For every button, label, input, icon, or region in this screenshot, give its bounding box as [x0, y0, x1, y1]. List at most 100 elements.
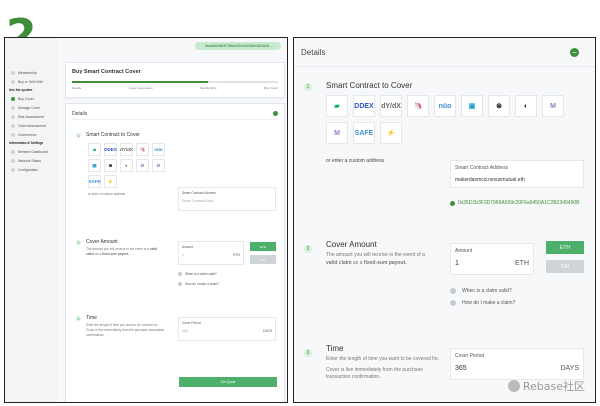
- uniswap-logo-icon[interactable]: 🦄: [136, 143, 149, 156]
- input-label: Cover Period: [182, 321, 201, 325]
- sidebar-item-icon: [11, 132, 15, 137]
- dai-button[interactable]: DAI: [250, 255, 276, 264]
- desc-bold: fixed-sum payout.: [363, 259, 407, 266]
- right-zoom-panel: Details − 1 Smart Contract to Cover ▰ DDE…: [293, 37, 596, 403]
- section-desc: The amount you will receive in the event…: [326, 252, 434, 267]
- period-input[interactable]: Cover Period 365 DAYS: [450, 348, 584, 380]
- left-screenshot-panel: Membership Buy or Sell NXM Use the system B…: [4, 37, 288, 403]
- balancer-logo-icon[interactable]: ▣: [461, 95, 483, 117]
- help-icon: [450, 300, 456, 306]
- dharma-logo-icon[interactable]: ◐: [515, 95, 537, 117]
- desc-line: Enter the length of time you want to be …: [326, 356, 440, 362]
- maker-logo-icon[interactable]: M: [542, 95, 564, 117]
- step-badge: 1: [76, 133, 81, 138]
- gnosis-logo-icon[interactable]: ⊗: [488, 95, 510, 117]
- get-quote-button[interactable]: Get Quote: [179, 377, 277, 387]
- input-label: Smart Contract Address: [455, 165, 509, 171]
- sidebar-item[interactable]: Governance: [5, 130, 57, 139]
- collapse-icon[interactable]: [273, 111, 278, 116]
- collapse-icon[interactable]: −: [570, 48, 579, 57]
- sidebar-item[interactable]: Configuration: [5, 165, 57, 174]
- amount-value: 1: [182, 253, 184, 257]
- progress-labels: Details Quote Generation Membership Buy …: [72, 86, 278, 90]
- period-input[interactable]: Cover Period 365 DAYS: [178, 317, 276, 341]
- eth-button[interactable]: ETH: [546, 241, 584, 254]
- step-badge: 1: [304, 83, 312, 91]
- sidebar-item-label: Member Dashboard: [18, 149, 48, 154]
- balancer-logo-icon[interactable]: ▣: [88, 159, 101, 172]
- sidebar-item-label: Information & Settings: [9, 141, 44, 145]
- help-icon: [178, 282, 182, 286]
- sidebar-item[interactable]: Manage Cover: [5, 103, 57, 112]
- input-label: Cover Period: [455, 353, 485, 359]
- details-title: Details: [301, 48, 326, 57]
- divider: [294, 66, 595, 67]
- dydx-logo-icon[interactable]: DDEX: [104, 143, 117, 156]
- address-input[interactable]: Smart Contract Address Smart Contract Ad…: [178, 187, 276, 211]
- maker-dai-logo-icon[interactable]: M: [152, 159, 165, 172]
- address-value: makerdaomcd.nexusmutual.eth: [455, 177, 525, 183]
- sidebar-item-label: Membership: [18, 70, 37, 75]
- compound-logo-icon[interactable]: ▰: [326, 95, 348, 117]
- amount-input[interactable]: Amount 1 ETH: [450, 243, 534, 275]
- dydx-logo-icon[interactable]: DDEX: [353, 95, 375, 117]
- sidebar-item[interactable]: Buy or Sell NXM: [5, 77, 57, 86]
- nuo-logo-icon[interactable]: nüo: [434, 95, 456, 117]
- sidebar-item[interactable]: Membership: [5, 68, 57, 77]
- dharma-logo-icon[interactable]: ◐: [120, 159, 133, 172]
- address-input[interactable]: Smart Contract Address makerdaomcd.nexus…: [450, 160, 584, 188]
- sidebar-item[interactable]: Risk Assessment: [5, 112, 57, 121]
- watermark: Rebase社区: [507, 378, 585, 394]
- wallet-address-pill[interactable]: 0xad4d0b5fd3f7986a4332e1f02f44e4513a08..…: [195, 42, 281, 50]
- faq-text: When is a claim valid?: [185, 272, 217, 276]
- maker-dai-logo-icon[interactable]: M: [326, 122, 348, 144]
- sidebar-item[interactable]: Member Dashboard: [5, 147, 57, 156]
- safe-logo-icon[interactable]: SAFE: [88, 175, 101, 188]
- sidebar-item-icon: [11, 70, 15, 75]
- sidebar-item-label: Governance: [18, 132, 37, 137]
- faq-link[interactable]: When is a claim valid?: [178, 272, 217, 276]
- eth-button[interactable]: ETH: [250, 242, 276, 251]
- uniswap-logo-icon[interactable]: 🦄: [407, 95, 429, 117]
- buy-cover-header-card: Buy Smart Contract Cover Details Quote G…: [65, 62, 285, 98]
- input-placeholder: Smart Contract Addr...: [182, 199, 216, 203]
- amount-input[interactable]: Amount 1 ETH: [178, 241, 244, 265]
- faq-link[interactable]: How do I make a claim?: [178, 282, 219, 286]
- desc-line: Cover is live immediately from the purch…: [326, 366, 423, 381]
- gnosis-logo-icon[interactable]: ⊗: [104, 159, 117, 172]
- input-value-row: 365 DAYS: [182, 329, 272, 333]
- resolved-address: 0x35D1b3F3D7966A509c20F6a6450A1C2B234949…: [450, 200, 579, 206]
- progress-bar: [72, 81, 278, 83]
- faq-link[interactable]: How do I make a claim?: [450, 300, 515, 306]
- fulcrum-logo-icon[interactable]: ⚡: [104, 175, 117, 188]
- faq-text: How do I make a claim?: [185, 282, 220, 286]
- sidebar-item-icon: [11, 167, 15, 172]
- amount-unit: ETH: [233, 253, 240, 257]
- sidebar-item-icon: [11, 123, 15, 128]
- sidebar-item[interactable]: Claim Assessment: [5, 121, 57, 130]
- sidebar: Membership Buy or Sell NXM Use the system B…: [5, 38, 57, 402]
- safe-logo-icon[interactable]: SAFE: [353, 122, 375, 144]
- compound-logo-icon[interactable]: ▰: [88, 143, 101, 156]
- sidebar-item-label: Buy or Sell NXM: [18, 79, 43, 84]
- desc-bold: valid claim: [326, 259, 352, 266]
- sidebar-item[interactable]: Network Status: [5, 156, 57, 165]
- fulcrum-logo-icon[interactable]: ⚡: [380, 122, 402, 144]
- details-card: Details 1 Smart Contract to Cover ▰ DDEX d…: [65, 103, 285, 402]
- sidebar-item-icon: [11, 114, 15, 119]
- dai-button[interactable]: DAI: [546, 260, 584, 273]
- sidebar-section-heading: Information & Settings: [5, 139, 57, 147]
- nuo-logo-icon[interactable]: nüo: [152, 143, 165, 156]
- resolved-address-text: 0x35D1b3F3D7966A509c20F6a6450A1C2B234949…: [458, 200, 580, 206]
- sidebar-item[interactable]: Buy Cover: [5, 94, 57, 103]
- maker-logo-icon[interactable]: M: [136, 159, 149, 172]
- period-value: 365: [182, 329, 188, 333]
- faq-text: How do I make a claim?: [462, 300, 516, 306]
- input-label: Amount: [182, 245, 193, 249]
- watermark-text: Rebase社区: [522, 380, 585, 393]
- faq-link[interactable]: When is a claim valid?: [450, 288, 512, 294]
- details-header: Details: [72, 108, 278, 120]
- sidebar-item-label: Use the system: [9, 88, 33, 92]
- 0x-logo-icon[interactable]: dY/dX: [120, 143, 133, 156]
- 0x-logo-icon[interactable]: dY/dX: [380, 95, 402, 117]
